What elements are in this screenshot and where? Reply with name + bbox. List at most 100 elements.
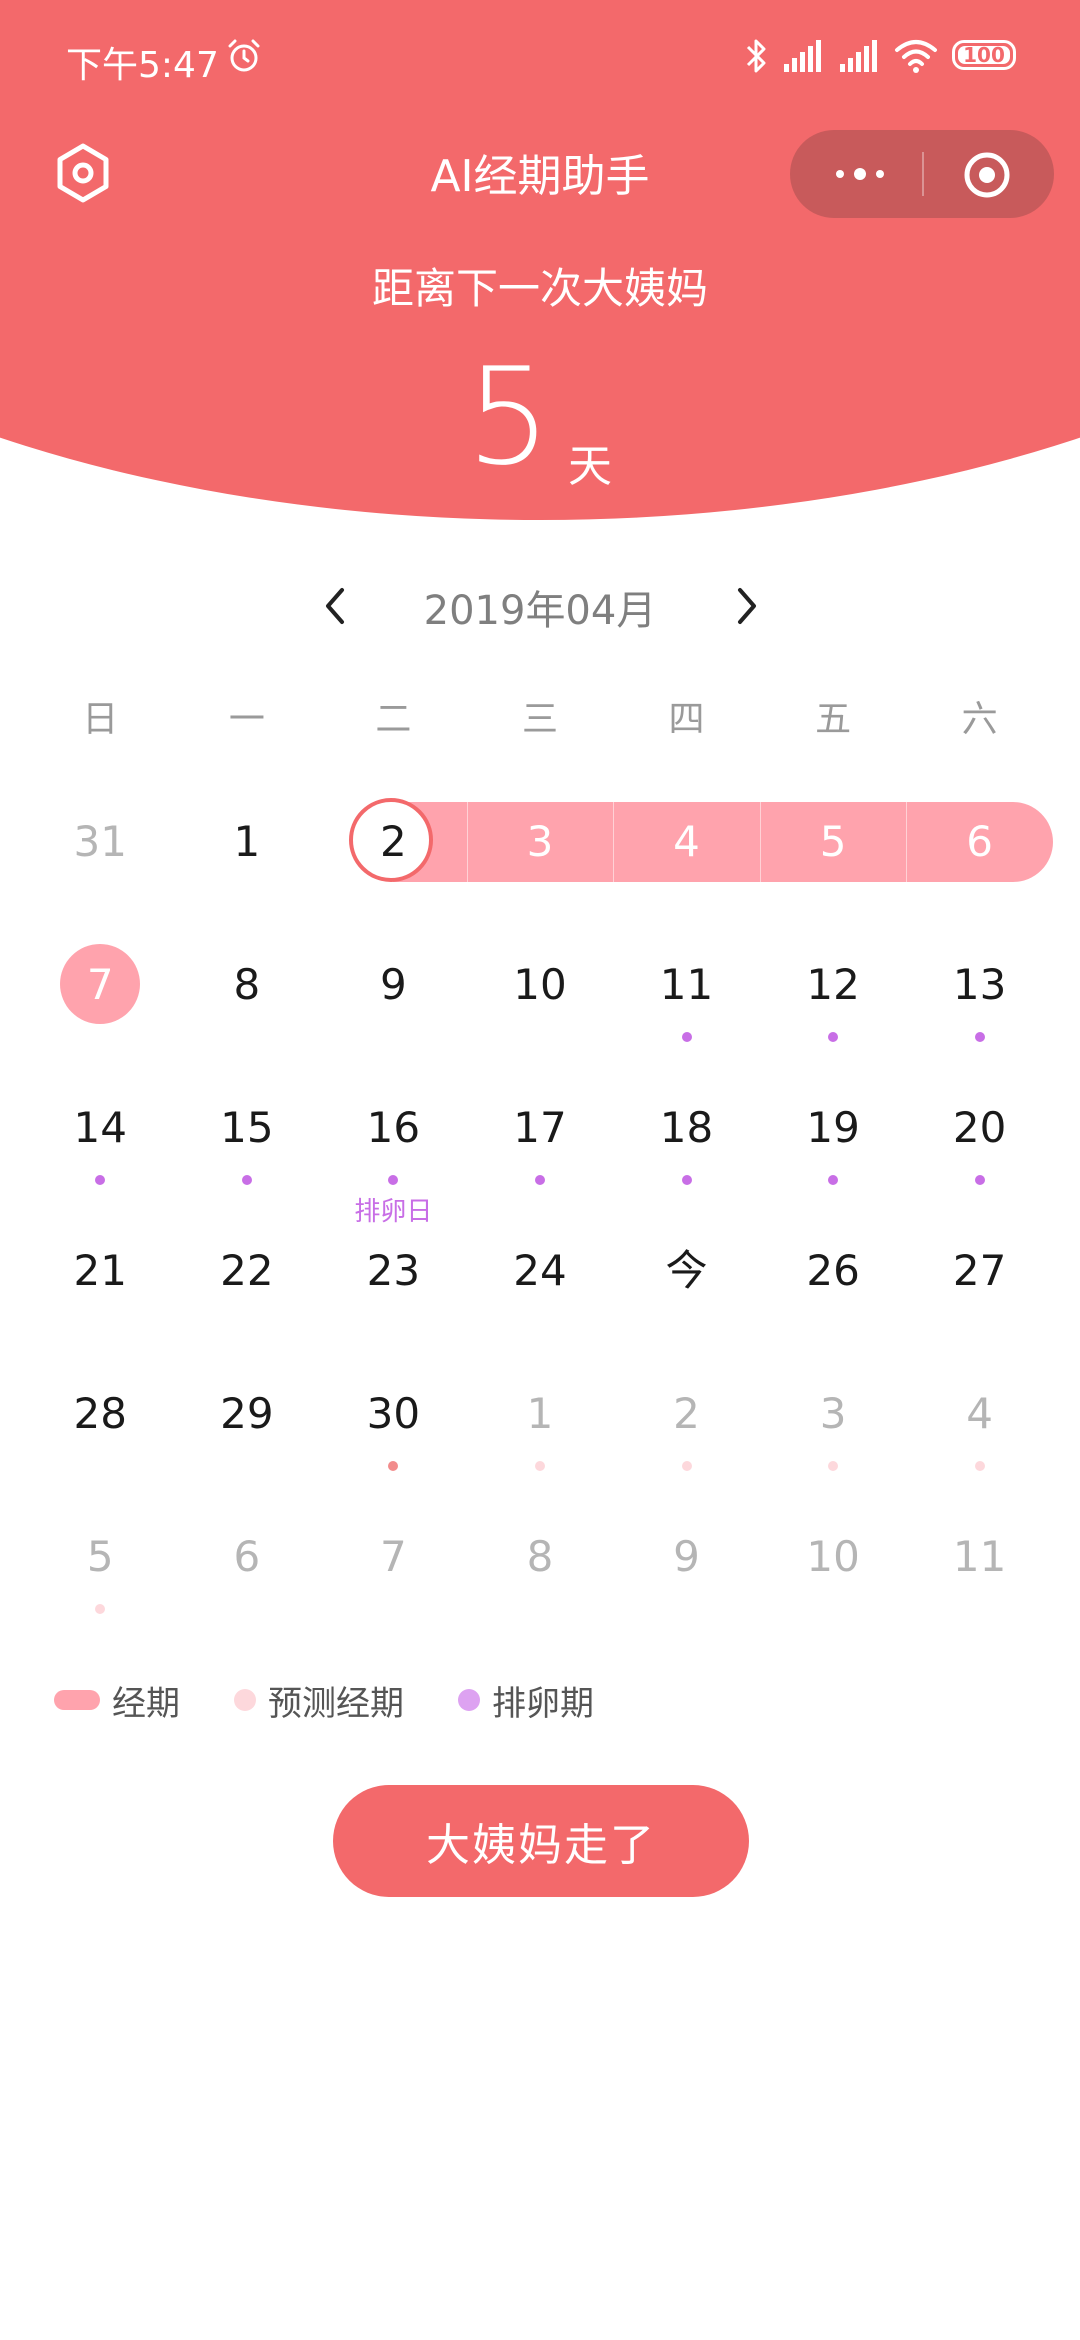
calendar-day-cell[interactable]: 29 — [174, 1362, 321, 1505]
more-icon[interactable] — [830, 156, 890, 192]
calendar-day-cell[interactable]: 7 — [27, 933, 174, 1076]
calendar-day-cell[interactable]: 31 — [27, 790, 174, 933]
ovulation-dot — [388, 1175, 399, 1185]
calendar-day-cell[interactable]: 2 — [320, 790, 467, 933]
status-time: 下午5:47 — [66, 45, 219, 86]
close-mini-program-icon[interactable] — [962, 150, 1012, 200]
calendar-day-cell[interactable]: 17 — [467, 1076, 614, 1219]
calendar-day-cell[interactable]: 20 — [906, 1076, 1053, 1219]
calendar-day-cell[interactable]: 5 — [27, 1505, 174, 1648]
period-ended-button[interactable]: 大姨妈走了 — [333, 1785, 749, 1897]
weekday-label: 日 — [82, 699, 119, 740]
calendar-day-cell[interactable]: 4 — [613, 790, 760, 933]
ovulation-dot — [681, 1175, 692, 1185]
calendar-day-cell[interactable]: 10 — [760, 1505, 907, 1648]
weekday-label: 四 — [668, 699, 705, 740]
day-number: 24 — [513, 1246, 567, 1295]
day-number: 4 — [673, 817, 700, 866]
calendar-day-cell[interactable]: 9 — [613, 1505, 760, 1648]
month-navigator: 2019年04月 — [0, 570, 1080, 640]
calendar-day-cell[interactable]: 10 — [467, 933, 614, 1076]
calendar-day-cell[interactable]: 4 — [906, 1362, 1053, 1505]
calendar-day-cell[interactable]: 23 — [320, 1219, 467, 1362]
calendar-day-cell[interactable]: 6 — [174, 1505, 321, 1648]
countdown-days: 5 — [466, 339, 552, 495]
legend-ovulation: 排卵期 — [458, 1676, 594, 1725]
calendar-week-row: 21 22 23 24 今 26 27 — [27, 1219, 1053, 1362]
day-number: 31 — [73, 817, 127, 866]
calendar-day-cell[interactable]: 1 — [467, 1362, 614, 1505]
mini-program-capsule — [790, 130, 1054, 218]
legend-predicted: 预测经期 — [234, 1676, 404, 1725]
calendar-day-cell[interactable]: 11 — [613, 933, 760, 1076]
day-number: 2 — [380, 817, 407, 866]
day-number: 10 — [513, 960, 567, 1009]
ovulation-swatch — [458, 1689, 480, 1711]
calendar-day-cell[interactable]: 22 — [174, 1219, 321, 1362]
calendar-day-cell[interactable]: 18 — [613, 1076, 760, 1219]
day-number: 9 — [673, 1532, 700, 1581]
calendar-day-cell[interactable]: 21 — [27, 1219, 174, 1362]
calendar-day-cell[interactable]: 7 — [320, 1505, 467, 1648]
countdown-unit: 天 — [568, 441, 612, 492]
predicted-period-dot — [95, 1604, 106, 1614]
day-number: 19 — [806, 1103, 860, 1152]
day-number: 7 — [86, 960, 114, 1009]
calendar-day-cell[interactable]: 11 — [906, 1505, 1053, 1648]
calendar-day-cell[interactable]: 24 — [467, 1219, 614, 1362]
calendar-day-cell[interactable]: 8 — [174, 933, 321, 1076]
calendar-day-cell[interactable]: 15 — [174, 1076, 321, 1219]
nav-bar: AI经期助手 — [0, 130, 1080, 218]
calendar-day-cell[interactable]: 5 — [760, 790, 907, 933]
calendar-day-cell[interactable]: 1 — [174, 790, 321, 933]
weekday-label: 五 — [815, 699, 852, 740]
battery-indicator: 100 — [952, 40, 1016, 70]
day-number: 20 — [952, 1103, 1007, 1152]
day-number: 30 — [366, 1389, 421, 1438]
calendar-day-cell[interactable]: 19 — [760, 1076, 907, 1219]
weekday-label: 一 — [228, 699, 265, 740]
calendar-day-cell[interactable]: 2 — [613, 1362, 760, 1505]
day-number: 13 — [952, 960, 1007, 1009]
calendar-day-cell[interactable]: 6 — [906, 790, 1053, 933]
calendar-day-cell[interactable]: 8 — [467, 1505, 614, 1648]
bluetooth-icon — [746, 39, 766, 73]
calendar-week-row: 28 29 30 1 2 3 4 — [27, 1362, 1053, 1505]
signal-icon — [784, 40, 821, 72]
calendar-day-cell[interactable]: 14 — [27, 1076, 174, 1219]
weekday-label: 三 — [521, 699, 558, 740]
calendar-week-row: 31 1 2 3 4 5 6 — [27, 790, 1053, 933]
weekday-header: 日 一 二 三 四 五 六 — [27, 690, 1053, 750]
day-number: 22 — [220, 1246, 274, 1295]
countdown-label: 距离下一次大姨妈 — [371, 264, 708, 313]
period-swatch — [54, 1690, 100, 1710]
calendar-day-cell[interactable]: 9 — [320, 933, 467, 1076]
calendar-week-row: 14 15 16 排卵日 17 18 19 20 — [27, 1076, 1053, 1227]
day-number: 5 — [819, 817, 847, 866]
calendar-day-cell[interactable]: 3 — [467, 790, 614, 933]
day-number: 29 — [220, 1389, 274, 1438]
day-number: 9 — [380, 960, 407, 1009]
day-number: 3 — [819, 1389, 847, 1438]
day-number: 18 — [659, 1103, 714, 1152]
calendar-day-cell[interactable]: 12 — [760, 933, 907, 1076]
calendar-day-cell[interactable]: 今 — [613, 1219, 760, 1362]
ovulation-dot — [241, 1175, 252, 1185]
day-number: 27 — [952, 1246, 1007, 1295]
wifi-icon — [895, 40, 937, 73]
calendar-day-cell[interactable]: 30 — [320, 1362, 467, 1505]
day-number: 1 — [233, 817, 261, 866]
calendar-day-cell[interactable]: 3 — [760, 1362, 907, 1505]
weekday-label: 二 — [375, 699, 412, 740]
calendar-day-cell[interactable]: 13 — [906, 933, 1053, 1076]
calendar-day-cell[interactable]: 27 — [906, 1219, 1053, 1362]
day-number: 1 — [526, 1389, 554, 1438]
calendar-day-cell[interactable]: 26 — [760, 1219, 907, 1362]
day-number: 3 — [526, 817, 554, 866]
calendar-grid: 31 1 2 3 4 5 6 7 8 9 10 11 12 13 14 15 16 排卵日 17 18 19 20 21 22… — [27, 790, 1053, 1648]
ovulation-dot — [828, 1175, 839, 1185]
chevron-right-icon[interactable] — [734, 586, 760, 626]
day-number: 11 — [952, 1532, 1007, 1581]
calendar-day-cell[interactable]: 16 排卵日 — [320, 1076, 467, 1227]
calendar-day-cell[interactable]: 28 — [27, 1362, 174, 1505]
